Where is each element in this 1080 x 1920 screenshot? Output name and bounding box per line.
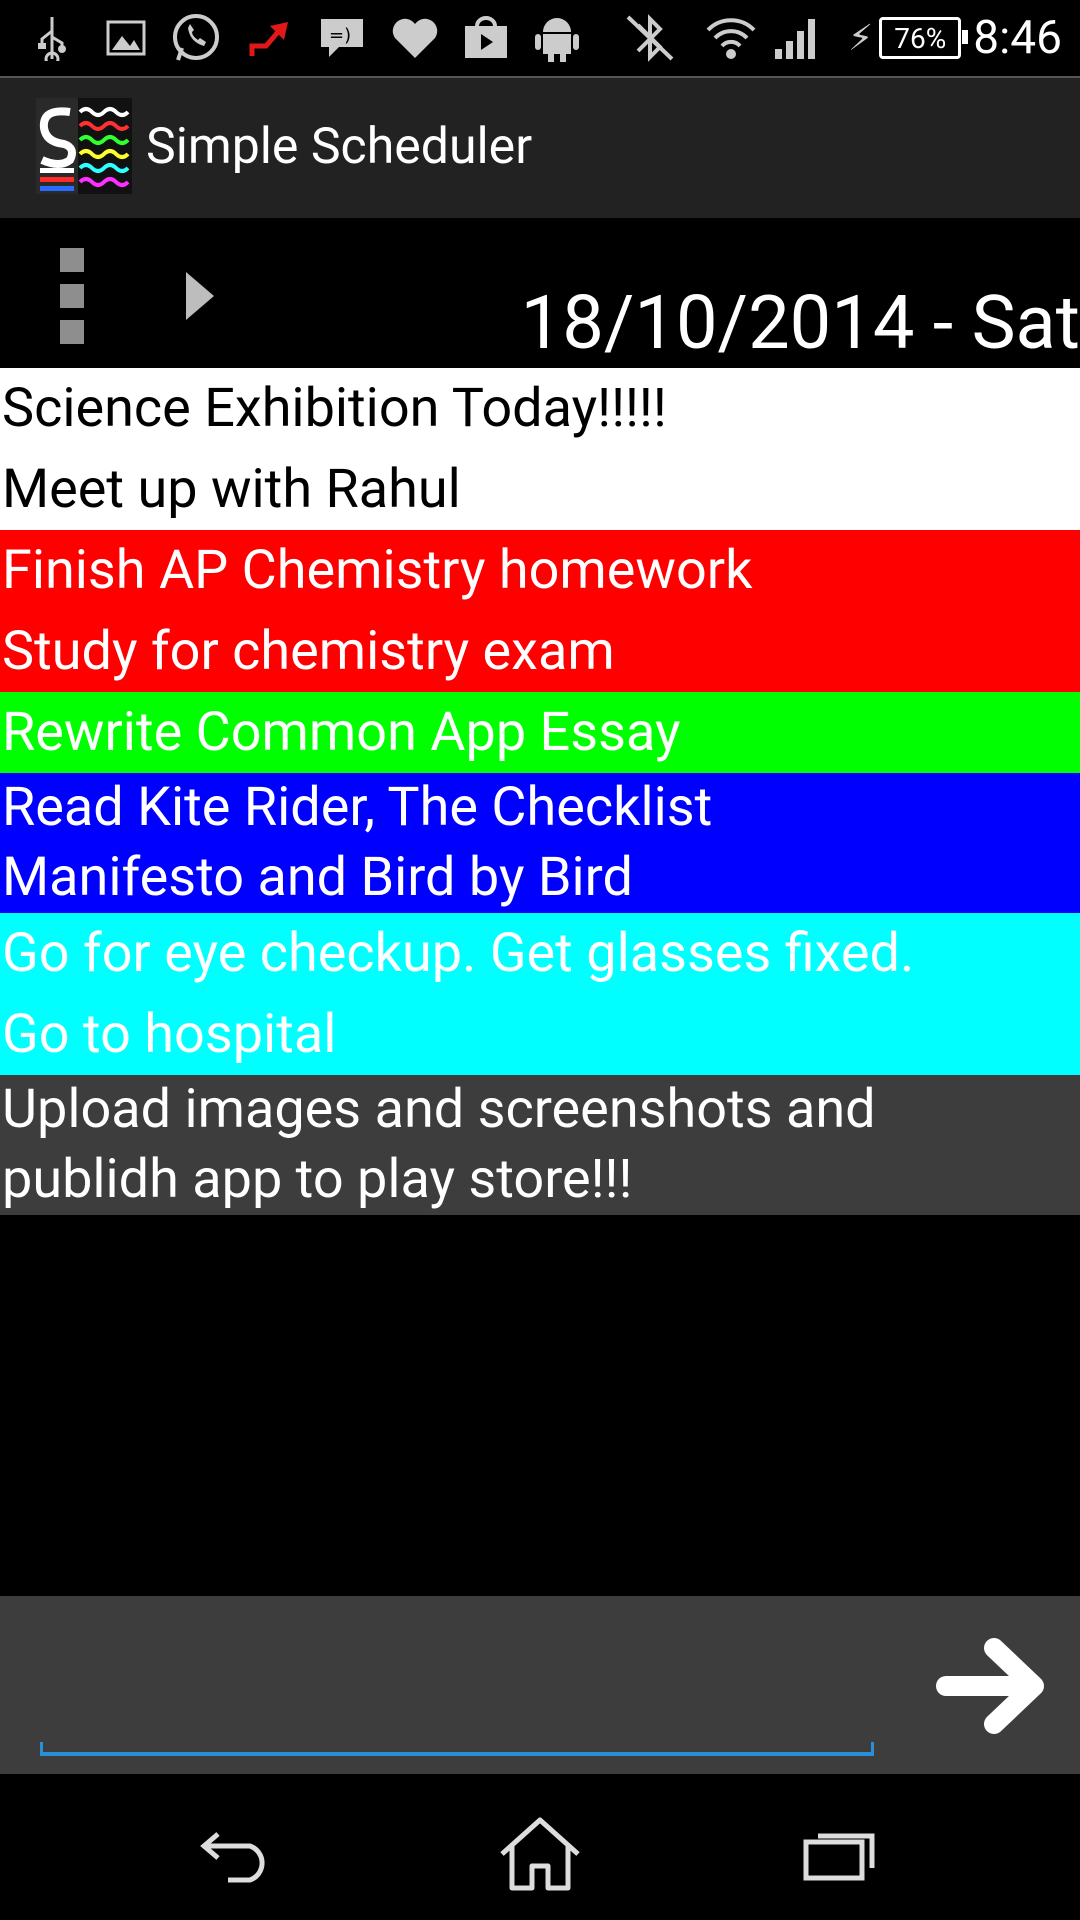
task-text: publidh app to play store!!! (2, 1148, 633, 1211)
image-icon (104, 14, 148, 62)
send-button[interactable] (924, 1626, 1060, 1746)
navigation-bar (0, 1774, 1080, 1920)
battery-icon: 76% (879, 17, 969, 59)
task-list: Science Exhibition Today!!!!! Meet up wit… (0, 368, 1080, 1215)
battery-level: 76% (894, 21, 947, 55)
task-item[interactable]: Finish AP Chemistry homework Study for ch… (0, 530, 1080, 692)
bluetooth-off-icon (624, 14, 676, 62)
clock: 8:46 (973, 11, 1062, 65)
task-text: Go to hospital (2, 1003, 337, 1066)
task-text: Science Exhibition Today!!!!! (2, 377, 667, 440)
task-text: Go for eye checkup. Get glasses fixed. (2, 922, 915, 985)
back-icon (200, 1832, 265, 1883)
task-text: Study for chemistry exam (2, 620, 615, 683)
arrow-right-icon (936, 1638, 1044, 1734)
task-item[interactable]: Go for eye checkup. Get glasses fixed. Go… (0, 913, 1080, 1075)
action-bar: Simple Scheduler (0, 78, 1080, 218)
recent-apps-button[interactable] (790, 1814, 890, 1894)
app-logo-icon[interactable] (36, 98, 132, 194)
home-icon (500, 1817, 580, 1891)
charging-icon: ⚡ (848, 17, 874, 59)
wifi-icon (706, 14, 756, 62)
shopping-bag-icon (462, 14, 510, 62)
play-icon[interactable] (186, 272, 214, 320)
svg-text:=): =) (329, 25, 351, 46)
whatsapp-icon (170, 14, 222, 62)
task-item[interactable]: Science Exhibition Today!!!!! Meet up wit… (0, 368, 1080, 530)
usb-icon (34, 14, 70, 62)
date-label[interactable]: 18/10/2014 - Sat (521, 280, 1080, 367)
input-area (0, 1596, 1080, 1774)
task-item[interactable]: Read Kite Rider, The Checklist Manifesto … (0, 773, 1080, 913)
android-icon (534, 14, 580, 62)
recent-apps-icon (803, 1833, 875, 1881)
home-button[interactable] (490, 1814, 590, 1894)
upload-icon (246, 14, 294, 62)
heart-icon (390, 14, 440, 62)
date-toolbar: 18/10/2014 - Sat (0, 218, 1080, 368)
back-button[interactable] (190, 1814, 290, 1894)
status-right: ⚡ 76% 8:46 (848, 0, 1080, 76)
signal-icon (772, 14, 820, 62)
task-text: Finish AP Chemistry homework (2, 539, 753, 602)
status-bar: =) ⚡ 76% 8:46 (0, 0, 1080, 76)
task-text: Rewrite Common App Essay (2, 701, 681, 764)
overflow-menu-icon[interactable] (60, 248, 90, 348)
app-title: Simple Scheduler (146, 118, 533, 176)
task-text: Meet up with Rahul (2, 458, 461, 521)
input-underline (40, 1742, 874, 1756)
task-input[interactable] (38, 1656, 878, 1754)
task-item[interactable]: Rewrite Common App Essay (0, 692, 1080, 773)
task-text: Manifesto and Bird by Bird (2, 846, 633, 909)
message-icon: =) (318, 14, 366, 62)
task-text: Read Kite Rider, The Checklist (2, 776, 713, 839)
task-text: Upload images and screenshots and (2, 1078, 876, 1141)
task-item[interactable]: Upload images and screenshots and publidh… (0, 1075, 1080, 1215)
